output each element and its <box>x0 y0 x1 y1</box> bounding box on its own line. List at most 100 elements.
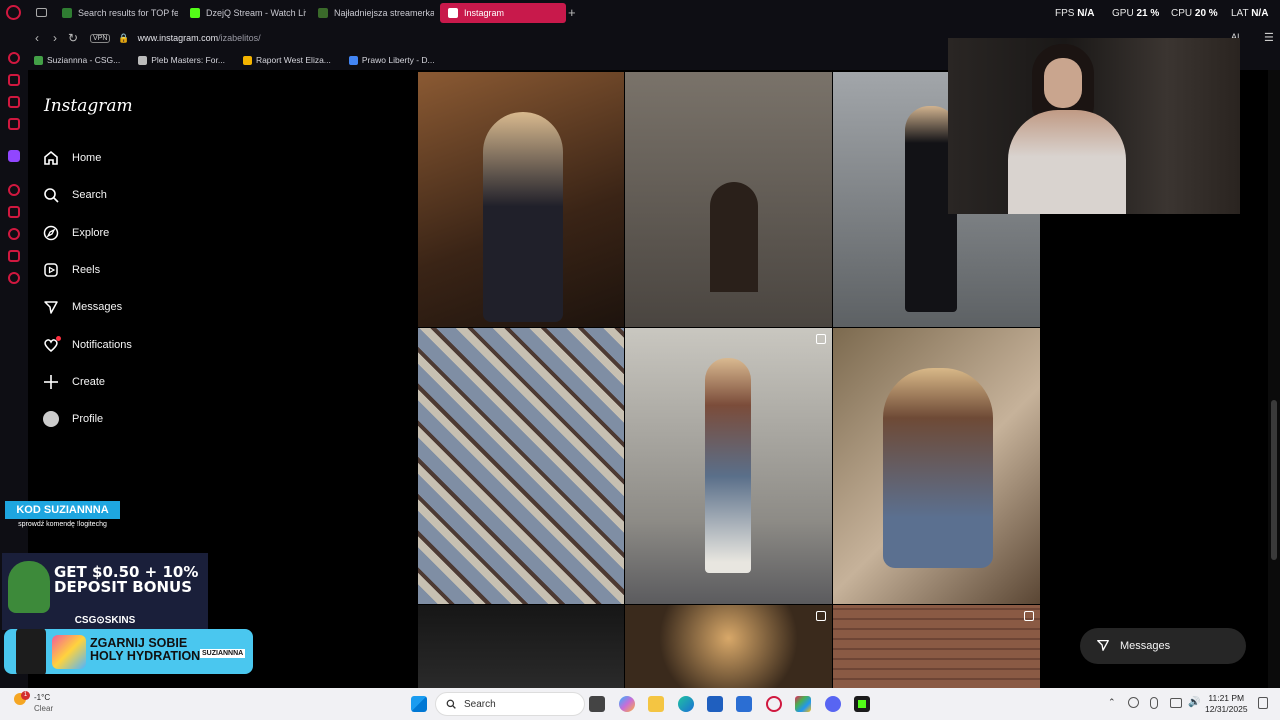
taskbar-search[interactable]: Search <box>435 692 585 716</box>
bookmark-favicon <box>138 55 148 65</box>
edge-icon[interactable] <box>678 696 694 712</box>
mascot-icon <box>8 561 50 613</box>
nav-notifications[interactable]: Notifications <box>42 332 132 358</box>
network-icon[interactable] <box>1128 697 1139 708</box>
menu-icon[interactable]: ☰ <box>1264 31 1274 44</box>
outlook-icon[interactable] <box>736 696 752 712</box>
post-photo-figure <box>705 358 751 573</box>
taskbar-clock[interactable]: 11:21 PM 12/31/2025 <box>1205 693 1248 715</box>
nav-home[interactable]: Home <box>42 145 101 171</box>
multiple-photos-icon <box>816 611 826 621</box>
notification-dot <box>56 336 61 341</box>
post-tile[interactable] <box>625 72 832 327</box>
nav-explore[interactable]: Explore <box>42 220 109 246</box>
new-tab-button[interactable]: + <box>568 5 576 20</box>
microphone-icon[interactable] <box>1150 697 1158 709</box>
nav-search[interactable]: Search <box>42 182 107 208</box>
csgo-skins-logo: CSG⊙SKINS <box>74 615 136 626</box>
compass-icon <box>42 224 60 242</box>
nav-label: Explore <box>72 227 110 239</box>
tab-streamer-search[interactable]: Najładniejsza streamerka <box>310 3 434 23</box>
tab-label: Najładniejsza streamerka <box>334 8 434 18</box>
bookmark-prawo-liberty[interactable]: Prawo Liberty - D... <box>348 55 435 65</box>
nav-label: Create <box>72 376 106 388</box>
messages-label: Messages <box>1120 640 1171 652</box>
telegram-sidebar-icon[interactable] <box>8 118 20 130</box>
copilot-icon[interactable] <box>619 696 635 712</box>
nav-create[interactable]: Create <box>42 369 105 395</box>
multiple-photos-icon <box>816 334 826 344</box>
post-photo-door <box>710 182 758 292</box>
task-view-icon[interactable] <box>589 696 605 712</box>
file-explorer-icon[interactable] <box>648 696 664 712</box>
search-placeholder: Search <box>464 698 496 710</box>
tab-kick-stream[interactable]: DzejQ Stream - Watch Liv <box>182 3 306 23</box>
bookmark-raport[interactable]: Raport West Eliza... <box>242 55 331 65</box>
weather-widget[interactable]: 1 -1°C Clear <box>14 691 53 713</box>
nav-messages[interactable]: Messages <box>42 294 122 320</box>
messenger-sidebar-icon[interactable] <box>8 96 20 108</box>
post-tile[interactable] <box>833 328 1040 604</box>
avatar-icon <box>42 410 60 428</box>
bookmark-label: Prawo Liberty - D... <box>361 55 435 65</box>
workspace-icon[interactable] <box>8 74 20 86</box>
post-photo-figure <box>483 112 563 322</box>
nav-reels[interactable]: Reels <box>42 257 100 283</box>
windows-start-icon[interactable] <box>411 696 427 712</box>
scrollbar-thumb[interactable] <box>1271 400 1277 560</box>
nav-profile[interactable]: Profile <box>42 406 103 432</box>
vpn-badge[interactable]: VPN <box>90 33 111 43</box>
page-scrollbar[interactable] <box>1268 70 1280 688</box>
url-path: /izabelitos/ <box>218 33 261 43</box>
tab-search-results[interactable]: Search results for TOP fe <box>54 3 178 23</box>
chevron-up-icon[interactable]: ⌃ <box>1108 697 1116 708</box>
reload-icon[interactable]: ↻ <box>64 29 82 47</box>
aria-icon[interactable] <box>8 52 20 64</box>
heart-icon <box>42 336 61 354</box>
webcam-face <box>1044 58 1082 108</box>
back-icon[interactable]: ‹ <box>28 29 46 47</box>
opera-logo-icon[interactable] <box>6 5 21 20</box>
post-tile[interactable] <box>418 328 624 604</box>
forward-icon[interactable]: › <box>46 29 64 47</box>
twitch-icon[interactable] <box>8 150 20 162</box>
store-icon[interactable] <box>707 696 723 712</box>
display-icon[interactable] <box>1170 698 1182 708</box>
post-tile[interactable] <box>418 72 624 327</box>
cpu-readout: CPU 20 % <box>1171 8 1218 19</box>
bookmark-suziannna[interactable]: Suziannna - CSG... <box>34 55 120 65</box>
bookmark-label: Suziannna - CSG... <box>47 55 121 65</box>
post-tile[interactable] <box>625 605 832 688</box>
player-icon[interactable] <box>8 184 20 196</box>
post-tile[interactable] <box>418 605 624 688</box>
latency-readout: LAT N/A <box>1231 8 1269 19</box>
tab-menu-icon[interactable] <box>36 8 47 17</box>
lock-icon[interactable]: 🔒 <box>118 33 129 44</box>
opera-gx-taskbar-icon[interactable] <box>766 696 782 712</box>
volume-icon[interactable]: 🔊 <box>1188 697 1200 708</box>
fps-readout: FPS N/A <box>1055 8 1095 19</box>
bookmark-label: Pleb Masters: For... <box>151 55 225 65</box>
drive-icon <box>242 55 252 65</box>
send-icon[interactable] <box>8 206 20 218</box>
notification-bell-icon[interactable] <box>1258 697 1268 709</box>
settings-icon[interactable] <box>8 272 20 284</box>
bookmark-label: Raport West Eliza... <box>255 55 331 65</box>
nav-label: Profile <box>72 413 104 425</box>
messages-button[interactable]: Messages <box>1080 628 1246 664</box>
instagram-favicon-icon <box>448 8 458 18</box>
post-tile[interactable] <box>625 328 832 604</box>
url-field[interactable]: www.instagram.com/izabelitos/ <box>138 33 261 43</box>
tab-instagram[interactable]: Instagram <box>440 3 566 23</box>
history-icon[interactable] <box>8 228 20 240</box>
kick-app-icon[interactable] <box>854 696 870 712</box>
extensions-icon[interactable] <box>8 250 20 262</box>
notification-badge: 1 <box>21 691 30 700</box>
instagram-logo[interactable]: Instagram <box>44 96 133 116</box>
weather-temp: -1°C <box>34 693 51 702</box>
bookmark-pleb-masters[interactable]: Pleb Masters: For... <box>138 55 225 65</box>
post-tile[interactable] <box>833 605 1040 688</box>
slack-icon[interactable] <box>795 696 811 712</box>
discord-icon[interactable] <box>825 696 841 712</box>
browser-tab-bar: Search results for TOP fe DzejQ Stream -… <box>0 0 1280 26</box>
